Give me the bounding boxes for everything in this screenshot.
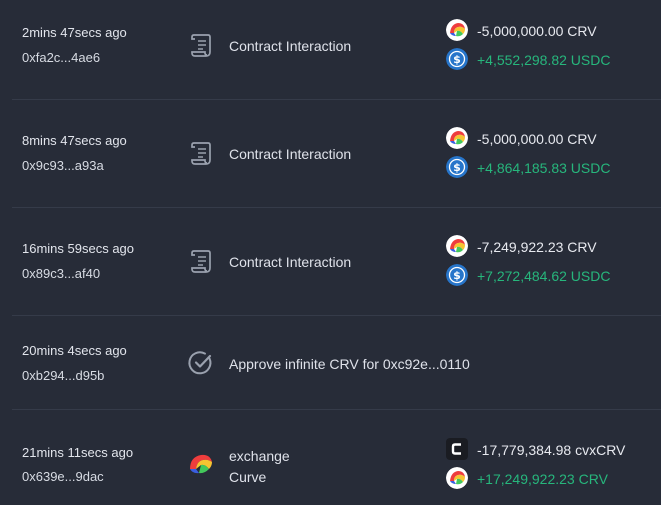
crv-token-icon <box>446 235 468 257</box>
tx-hash-link[interactable]: 0x9c93...a93a <box>22 158 104 173</box>
approve-check-icon <box>188 351 212 375</box>
method-label: Approve infinite CRV for 0xc92e...0110 <box>229 356 470 372</box>
usdc-token-icon: $ <box>446 264 468 286</box>
transfer-amount-in: +4,864,185.83 USDC <box>477 160 611 176</box>
transfer-amount-out: -5,000,000.00 CRV <box>477 23 597 39</box>
tx-hash-link[interactable]: 0x89c3...af40 <box>22 266 100 281</box>
svg-text:$: $ <box>453 53 461 66</box>
crv-token-icon <box>446 19 468 41</box>
contract-scroll-icon <box>191 34 211 57</box>
transfer-amount-out: -17,779,384.98 cvxCRV <box>477 442 626 458</box>
transfer-amount-out: -5,000,000.00 CRV <box>477 131 597 147</box>
tx-hash-link[interactable]: 0x639e...9dac <box>22 469 104 484</box>
transfer-amount-out: -7,249,922.23 CRV <box>477 239 597 255</box>
tx-hash-link[interactable]: 0xb294...d95b <box>22 368 104 383</box>
tx-time: 20mins 4secs ago <box>22 343 127 358</box>
row-divider <box>12 207 661 208</box>
usdc-token-icon: $ <box>446 156 468 178</box>
method-label: Contract Interaction <box>229 146 352 162</box>
method-label: exchange <box>229 448 290 464</box>
transfer-amount-in: +17,249,922.23 CRV <box>477 471 608 487</box>
transfer-amount-in: +4,552,298.82 USDC <box>477 52 611 68</box>
contract-scroll-icon <box>191 142 211 165</box>
row-divider <box>12 99 661 100</box>
crv-token-icon <box>446 127 468 149</box>
svg-text:$: $ <box>453 269 461 282</box>
tx-time: 8mins 47secs ago <box>22 133 127 148</box>
tx-time: 2mins 47secs ago <box>22 25 127 40</box>
method-sublabel: Curve <box>229 469 267 485</box>
crv-token-icon <box>446 467 468 489</box>
svg-text:$: $ <box>453 161 461 174</box>
tx-time: 21mins 11secs ago <box>22 445 134 460</box>
transfer-amount-in: +7,272,484.62 USDC <box>477 268 611 284</box>
cvxcrv-token-icon <box>446 438 468 460</box>
row-divider <box>12 315 661 316</box>
method-label: Contract Interaction <box>229 38 352 54</box>
row-divider <box>12 409 661 410</box>
tx-time: 16mins 59secs ago <box>22 241 135 256</box>
transaction-list: 2mins 47secs ago 0xfa2c...4ae6 Contract … <box>0 0 661 505</box>
usdc-token-icon: $ <box>446 48 468 70</box>
curve-logo-icon <box>190 454 212 474</box>
tx-hash-link[interactable]: 0xfa2c...4ae6 <box>22 50 100 65</box>
method-label: Contract Interaction <box>229 254 352 270</box>
contract-scroll-icon <box>191 250 211 273</box>
